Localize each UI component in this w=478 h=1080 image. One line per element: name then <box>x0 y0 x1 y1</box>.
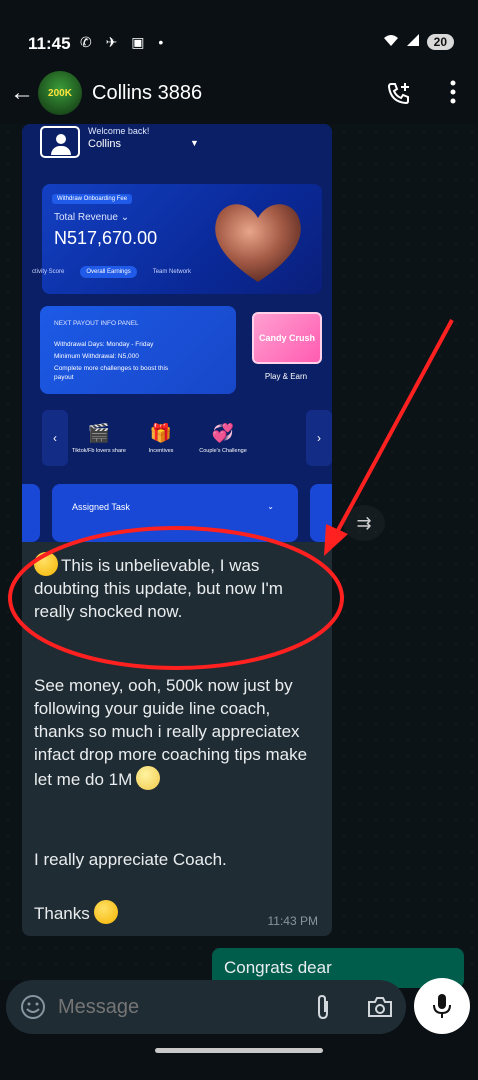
payout-minimum: Minimum Withdrawal: N5,000 <box>54 353 139 360</box>
sticker-icon[interactable] <box>20 994 46 1020</box>
hearts-icon: 💞 <box>211 422 235 443</box>
game-label: Play & Earn <box>264 372 308 381</box>
candy-crush-icon: Candy Crush <box>252 312 322 364</box>
message-input-bar <box>6 980 406 1034</box>
microphone-icon <box>433 994 451 1018</box>
message-input[interactable] <box>58 994 298 1020</box>
contact-name[interactable]: Collins 3886 <box>92 82 202 105</box>
profile-icon <box>40 126 80 158</box>
shortcut-bar: ‹ 🎬 Tiktok/Fb lovers share 🎁 Incentives … <box>42 406 332 470</box>
outgoing-message-text: Congrats dear <box>224 958 332 977</box>
chat-header: ← 200K Collins 3886 <box>0 62 478 124</box>
shortcut-incentives[interactable]: 🎁 Incentives <box>130 410 192 466</box>
welcome-text: Welcome back! <box>88 126 150 136</box>
battery-indicator: 20 <box>426 33 454 50</box>
tab-activity-score[interactable]: ctivity Score <box>32 269 64 275</box>
payout-days: Withdrawal Days: Monday - Friday <box>54 341 154 348</box>
message-paragraph-1: This is unbelievable, I was doubting thi… <box>34 552 324 623</box>
assigned-task-title: Assigned Task <box>72 502 130 512</box>
total-revenue-label: Total Revenue ⌄ <box>54 212 130 223</box>
camera-icon[interactable] <box>366 994 394 1020</box>
welcome-user: Collins <box>88 138 122 150</box>
payout-title: NEXT PAYOUT INFO PANEL <box>54 320 139 327</box>
withdraw-fee-tag: Withdraw Onboarding Fee <box>52 194 133 204</box>
system-icons: 20 <box>383 33 454 50</box>
heart-image-icon <box>215 204 301 282</box>
message-paragraph-2: See money, ooh, 500k now just by followi… <box>34 676 308 790</box>
star-struck-emoji-icon <box>34 552 58 576</box>
shushing-face-emoji-icon <box>94 900 119 924</box>
assigned-task-card[interactable]: Assigned Task ⌄ <box>52 484 298 542</box>
notification-icons: ✆ ✈ ▣ • <box>80 34 169 50</box>
avatar-text: 200K <box>48 87 72 99</box>
game-card[interactable]: Candy Crush Play & Earn <box>246 306 326 394</box>
tab-team-network[interactable]: Team Network <box>153 269 191 275</box>
welcome-card: Welcome back! Collins ▼ <box>40 124 215 160</box>
shared-screenshot[interactable]: Welcome back! Collins ▼ Withdraw Onboard… <box>22 124 332 542</box>
avatar[interactable]: 200K <box>38 71 82 115</box>
caret-down-icon: ▼ <box>190 138 199 148</box>
rolling-eyes-emoji-icon <box>136 766 161 790</box>
chevron-down-icon: ⌄ <box>267 502 274 511</box>
forward-icon[interactable]: ⇉ <box>343 505 385 541</box>
tab-overall-earnings[interactable]: Overall Earnings <box>80 266 137 278</box>
gift-icon: 🎁 <box>149 422 173 443</box>
chevron-right-icon[interactable]: › <box>306 410 332 466</box>
wifi-icon <box>383 33 399 50</box>
card-edge-right <box>310 484 332 542</box>
shortcut-couples[interactable]: 💞 Couple's Challenge <box>192 410 254 466</box>
shortcut-tiktok[interactable]: 🎬 Tiktok/Fb lovers share <box>68 410 130 466</box>
message-time: 11:43 PM <box>267 914 318 928</box>
payout-note: Complete more challenges to boost this p… <box>54 365 169 381</box>
payout-panel: NEXT PAYOUT INFO PANEL Withdrawal Days: … <box>40 306 236 394</box>
revenue-value: N517,670.00 <box>54 228 158 248</box>
signal-icon <box>406 34 419 49</box>
microphone-button[interactable] <box>414 978 470 1034</box>
card-edge-left <box>22 484 40 542</box>
attachment-icon[interactable] <box>312 993 334 1021</box>
back-arrow-icon[interactable]: ← <box>10 79 34 107</box>
stats-tabs: ctivity Score Overall Earnings Team Netw… <box>32 266 191 278</box>
more-options-icon[interactable] <box>450 80 456 104</box>
clapperboard-icon: 🎬 <box>87 422 111 443</box>
incoming-message-bubble[interactable]: Welcome back! Collins ▼ Withdraw Onboard… <box>22 124 332 936</box>
home-gesture-handle[interactable] <box>155 1048 323 1053</box>
system-navigation-bar <box>0 1040 478 1080</box>
add-call-icon[interactable] <box>386 81 412 107</box>
status-time: 11:45 <box>28 34 71 53</box>
chevron-left-icon[interactable]: ‹ <box>42 410 68 466</box>
message-paragraph-3: I really appreciate Coach. <box>34 850 227 869</box>
